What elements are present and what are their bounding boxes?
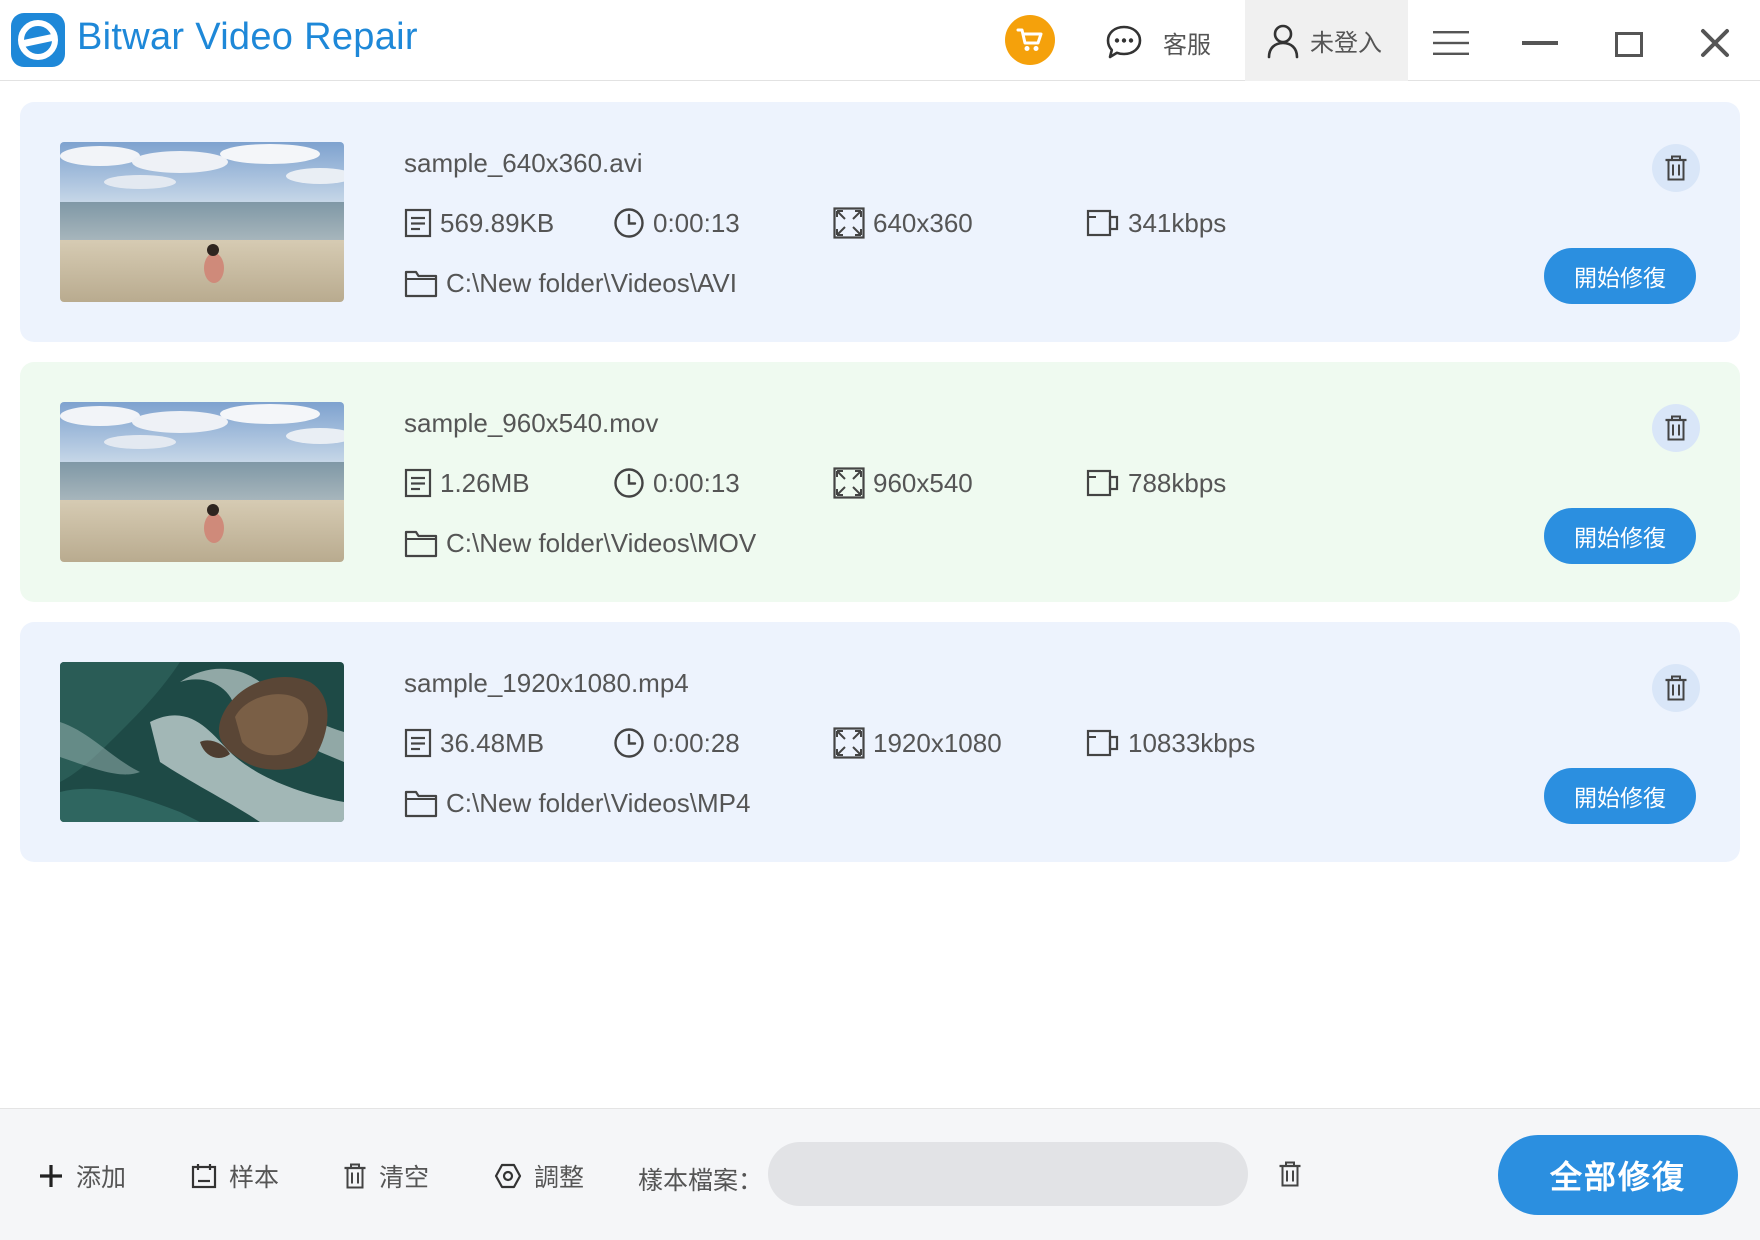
support-label: 客服 bbox=[1163, 31, 1211, 59]
trash-icon bbox=[343, 1163, 367, 1189]
video-resolution-value: 1920x1080 bbox=[873, 727, 1002, 758]
video-size-value: 36.48MB bbox=[440, 727, 545, 758]
folder-icon bbox=[404, 788, 438, 818]
adjust-icon bbox=[494, 1163, 522, 1189]
video-path-value: C:\New folder\Videos\AVI bbox=[446, 267, 737, 298]
video-path: C:\New folder\Videos\MP4 bbox=[404, 786, 750, 820]
resolution-icon bbox=[833, 467, 865, 499]
video-duration: 0:00:13 bbox=[613, 206, 740, 240]
file-icon bbox=[404, 468, 432, 498]
app-logo-icon bbox=[11, 13, 65, 67]
video-bitrate: 788kbps bbox=[1086, 466, 1226, 500]
cart-button[interactable] bbox=[1005, 15, 1055, 65]
folder-icon bbox=[404, 268, 438, 298]
minimize-icon[interactable] bbox=[1522, 41, 1558, 45]
video-size: 1.26MB bbox=[404, 466, 530, 500]
close-icon[interactable] bbox=[1700, 28, 1730, 58]
video-resolution-value: 960x540 bbox=[873, 467, 973, 498]
file-icon bbox=[404, 208, 432, 238]
ocean-rock-thumbnail bbox=[60, 662, 344, 822]
video-size: 36.48MB bbox=[404, 726, 544, 760]
cart-icon bbox=[1016, 28, 1043, 51]
video-resolution-value: 640x360 bbox=[873, 207, 973, 238]
menu-icon[interactable] bbox=[1433, 30, 1469, 56]
delete-video-button[interactable] bbox=[1652, 664, 1700, 712]
video-bitrate-value: 788kbps bbox=[1128, 467, 1227, 498]
video-size: 569.89KB bbox=[404, 206, 554, 240]
delete-video-button[interactable] bbox=[1652, 144, 1700, 192]
bottom-toolbar: 添加 样本 清空 調整 樣本檔案： 全部修復 bbox=[0, 1108, 1760, 1240]
bitrate-icon bbox=[1086, 208, 1120, 238]
start-repair-button[interactable]: 開始修復 bbox=[1544, 768, 1696, 824]
video-duration-value: 0:00:28 bbox=[653, 727, 740, 758]
video-resolution: 960x540 bbox=[833, 466, 973, 500]
video-size-value: 569.89KB bbox=[440, 207, 555, 238]
video-size-value: 1.26MB bbox=[440, 467, 530, 498]
sample-file-input[interactable] bbox=[768, 1142, 1248, 1206]
video-duration: 0:00:13 bbox=[613, 466, 740, 500]
video-duration-value: 0:00:13 bbox=[653, 207, 740, 238]
beach-thumbnail bbox=[60, 402, 344, 562]
video-filename: sample_960x540.mov bbox=[404, 408, 659, 438]
account-label: 未登入 bbox=[1310, 30, 1382, 57]
clear-label: 清空 bbox=[379, 1164, 430, 1192]
maximize-icon[interactable] bbox=[1615, 32, 1643, 57]
video-bitrate-value: 341kbps bbox=[1128, 207, 1227, 238]
video-bitrate-value: 10833kbps bbox=[1128, 727, 1256, 758]
delete-video-button[interactable] bbox=[1652, 404, 1700, 452]
video-filename: sample_640x360.avi bbox=[404, 148, 643, 178]
file-icon bbox=[404, 728, 432, 758]
trash-icon bbox=[1664, 155, 1688, 181]
support-button[interactable]: 客服 bbox=[1105, 20, 1211, 64]
video-path: C:\New folder\Videos\MOV bbox=[404, 526, 756, 560]
sample-label: 样本 bbox=[229, 1164, 280, 1192]
calendar-icon bbox=[191, 1164, 217, 1189]
user-icon bbox=[1267, 24, 1299, 58]
video-card: sample_960x540.mov 1.26MB 0:00:13 960x54… bbox=[20, 362, 1740, 602]
adjust-button[interactable]: 調整 bbox=[494, 1159, 584, 1193]
add-label: 添加 bbox=[76, 1164, 127, 1192]
clock-icon bbox=[613, 207, 645, 239]
trash-icon[interactable] bbox=[1278, 1161, 1302, 1187]
clear-button[interactable]: 清空 bbox=[343, 1159, 429, 1193]
video-duration: 0:00:28 bbox=[613, 726, 740, 760]
video-bitrate: 10833kbps bbox=[1086, 726, 1255, 760]
folder-icon bbox=[404, 528, 438, 558]
clock-icon bbox=[613, 467, 645, 499]
account-button[interactable]: 未登入 bbox=[1245, 0, 1408, 81]
video-path-value: C:\New folder\Videos\MP4 bbox=[446, 787, 751, 818]
bitrate-icon bbox=[1086, 468, 1120, 498]
video-card: sample_1920x1080.mp4 36.48MB 0:00:28 192… bbox=[20, 622, 1740, 862]
repair-all-button[interactable]: 全部修復 bbox=[1498, 1135, 1738, 1215]
video-path: C:\New folder\Videos\AVI bbox=[404, 266, 737, 300]
sample-button[interactable]: 样本 bbox=[191, 1159, 279, 1193]
chat-bubble-icon bbox=[1106, 25, 1142, 59]
start-repair-button[interactable]: 開始修復 bbox=[1544, 508, 1696, 564]
video-bitrate: 341kbps bbox=[1086, 206, 1226, 240]
start-repair-button[interactable]: 開始修復 bbox=[1544, 248, 1696, 304]
app-title: Bitwar Video Repair bbox=[77, 16, 418, 58]
title-bar: Bitwar Video Repair 客服 未登入 bbox=[0, 0, 1760, 81]
video-duration-value: 0:00:13 bbox=[653, 467, 740, 498]
resolution-icon bbox=[833, 727, 865, 759]
add-button[interactable]: 添加 bbox=[38, 1159, 126, 1193]
adjust-label: 調整 bbox=[534, 1164, 585, 1192]
resolution-icon bbox=[833, 207, 865, 239]
bitrate-icon bbox=[1086, 728, 1120, 758]
trash-icon bbox=[1664, 415, 1688, 441]
video-path-value: C:\New folder\Videos\MOV bbox=[446, 527, 757, 558]
plus-icon bbox=[40, 1165, 62, 1187]
video-resolution: 1920x1080 bbox=[833, 726, 1002, 760]
trash-icon bbox=[1664, 675, 1688, 701]
video-resolution: 640x360 bbox=[833, 206, 973, 240]
video-card: sample_640x360.avi 569.89KB 0:00:13 640x… bbox=[20, 102, 1740, 342]
clock-icon bbox=[613, 727, 645, 759]
video-filename: sample_1920x1080.mp4 bbox=[404, 668, 689, 698]
sample-file-label: 樣本檔案： bbox=[638, 1167, 764, 1195]
beach-thumbnail bbox=[60, 142, 344, 302]
